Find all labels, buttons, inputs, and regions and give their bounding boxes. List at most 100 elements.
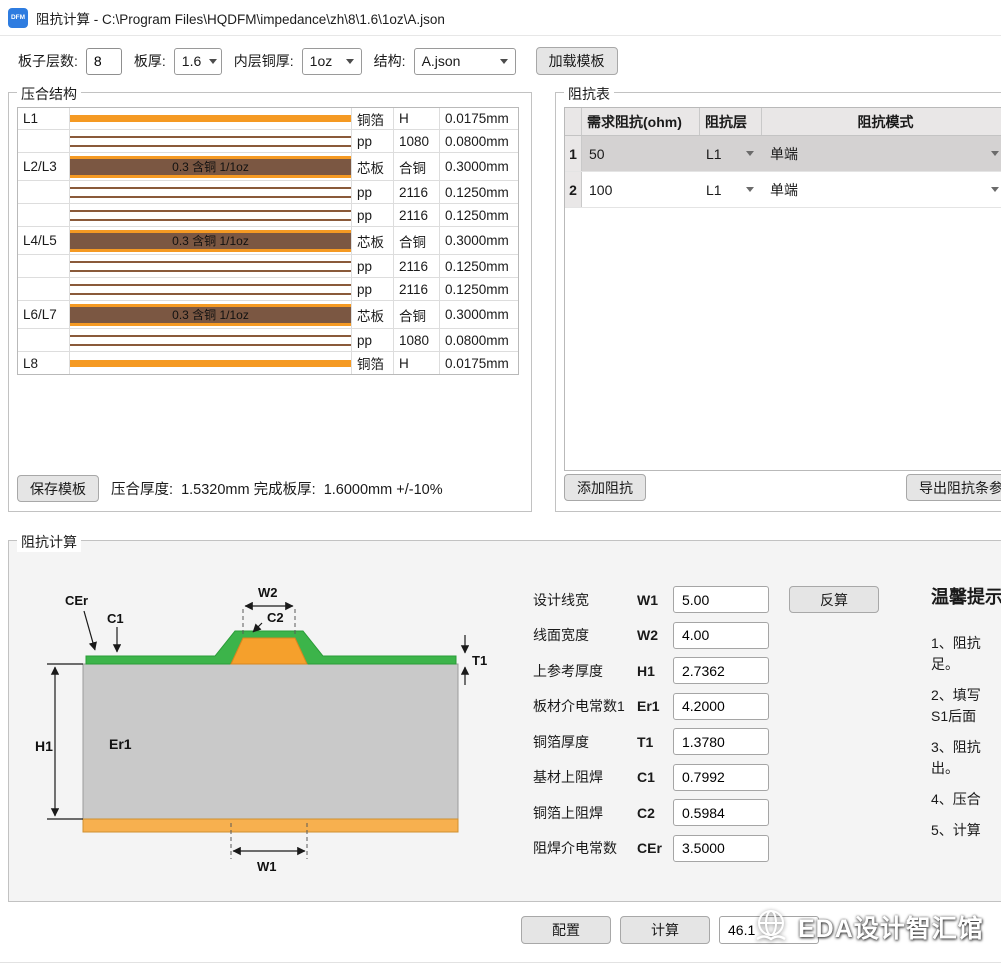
header-impedance: 需求阻抗(ohm) [582,108,700,135]
layer-type: pp [352,181,394,203]
add-impedance-button[interactable]: 添加阻抗 [564,474,646,501]
field-label: 上参考厚度 [533,662,603,679]
calc-panel-title: 阻抗计算 [17,532,81,552]
field-symbol: CEr [637,840,662,856]
inner-copper-label: 内层铜厚: [233,53,294,69]
stackup-row: pp 1080 0.0800mm [18,130,518,153]
layer-type: 铜箔 [352,352,394,374]
header-mode: 阻抗模式 [857,113,914,130]
layer-name: L1 [18,108,70,129]
field-label: 基材上阻焊 [533,769,603,785]
layer-thickness: 0.0800mm [445,133,509,149]
h1-label: H1 [35,738,53,754]
board-layers-label: 板子层数: [18,53,78,69]
chevron-down-icon [209,58,218,64]
er1-label: Er1 [109,736,132,752]
stackup-panel-title: 压合结构 [17,84,81,104]
trace-shape [230,637,308,665]
layer-thickness: 0.3000mm [445,307,509,322]
chevron-down-icon [746,187,754,192]
stackup-row: pp 2116 0.1250mm [18,181,518,204]
row-number: 2 [565,172,582,207]
app-icon: DFM [8,7,28,28]
bottom-divider [0,962,1001,963]
w1-input[interactable] [673,586,769,613]
load-template-button[interactable]: 加载模板 [535,47,618,75]
er1-input[interactable] [673,692,769,720]
layer-thickness: 0.1250mm [445,258,509,274]
impedance-row[interactable]: 1 50 L1 单端 [565,136,1001,172]
prepreg-bar [70,130,352,152]
inner-copper-select[interactable]: 1oz [301,47,362,75]
tips-title: 温馨提示 [931,587,1001,607]
core-bar: 0.3 含铜 1/1oz [70,227,352,254]
watermark-text: EDA设计智汇馆 [798,915,984,943]
field-label: 阻焊介电常数 [533,840,617,856]
chevron-down-icon [499,58,508,64]
layer-thickness: 0.3000mm [445,159,509,174]
reverse-calc-button[interactable]: 反算 [789,586,879,613]
board-layers-input[interactable] [85,47,122,75]
field-row: 基材上阻焊 C1 [533,763,879,791]
field-label: 铜箔厚度 [533,733,589,750]
impedance-panel-title: 阻抗表 [564,84,614,104]
h1-input[interactable] [673,657,769,684]
field-label: 铜箔上阻焊 [533,804,603,821]
result-input[interactable] [719,916,819,944]
c2-input[interactable] [673,799,769,826]
bottom-copper-shape [82,818,459,833]
chevron-down-icon [746,151,754,156]
stackup-row: pp 2116 0.1250mm [18,204,518,227]
config-button[interactable]: 配置 [521,916,611,944]
layer-material: 合铜 [394,153,440,180]
layer-combo[interactable]: L1 [700,172,762,207]
field-symbol: W1 [637,591,658,608]
stackup-row: L6/L7 0.3 含铜 1/1oz 芯板 合铜 0.3000mm [18,301,518,329]
calculate-button[interactable]: 计算 [620,916,710,944]
c1-label: C1 [107,611,124,626]
impedance-value-cell[interactable]: 100 [582,172,700,207]
c1-input[interactable] [673,763,769,791]
impedance-value-cell[interactable]: 50 [582,136,700,171]
layer-name [18,204,70,226]
layer-combo-value: L1 [706,145,722,162]
window-titlebar: DFM 阻抗计算 - C:\Program Files\HQDFM\impeda… [0,0,1001,36]
export-impedance-button[interactable]: 导出阻抗条参数 [906,474,1001,501]
layer-material: H [394,352,440,374]
tips-section: 温馨提示 1、阻抗 足。 2、填写 S1后面 3、阻抗 出。 4、压合 5、计算 [931,583,1001,851]
tip-item: 3、阻抗 出。 [931,737,1001,779]
layer-combo[interactable]: L1 [700,136,762,171]
toolbar: 板子层数: 板厚: 1.6 内层铜厚: 1oz 结构: A.json 加载模板 [10,46,618,76]
impedance-footer: 添加阻抗 导出阻抗条参数 [564,474,1001,502]
mode-combo[interactable]: 单端 [762,172,1001,207]
prepreg-bar [70,278,352,300]
copper-bar [70,352,352,374]
stackup-row: L2/L3 0.3 含铜 1/1oz 芯板 合铜 0.3000mm [18,153,518,181]
mode-combo[interactable]: 单端 [762,136,1001,171]
layer-material: 2116 [394,204,440,226]
layer-type: pp [352,329,394,351]
mode-combo-value: 单端 [770,181,798,198]
save-template-button[interactable]: 保存模板 [17,475,99,502]
tip-item: 5、计算 [931,820,1001,841]
cer-input[interactable] [673,834,769,862]
chevron-down-icon [345,58,354,64]
w2-input[interactable] [673,621,769,649]
board-thickness-select[interactable]: 1.6 [173,47,222,75]
impedance-panel: 阻抗表 需求阻抗(ohm) 阻抗层 阻抗模式 1 50 L1 单端 2 100 … [555,84,1001,512]
tip-line: 5、计算 [931,822,981,838]
structure-label: 结构: [373,53,406,69]
impedance-row[interactable]: 2 100 L1 单端 [565,172,1001,208]
structure-select[interactable]: A.json [413,47,516,75]
impedance-table-header: 需求阻抗(ohm) 阻抗层 阻抗模式 [565,108,1001,136]
field-symbol: C2 [637,804,655,821]
layer-material: 1080 [394,130,440,152]
calc-panel: 阻抗计算 W2 C2 CEr C1 T1 H1 Er1 W1 设计线宽 W1 5… [8,532,1001,902]
layer-material: 合铜 [394,301,440,328]
field-symbol: H1 [637,662,655,679]
bottom-bar: 配置 计算 [521,916,819,944]
layer-combo-value: L1 [706,181,722,198]
stackup-panel: 压合结构 L1 铜箔 H 0.0175mm pp 1080 0.0800mm L… [8,84,532,512]
layer-name: L2/L3 [18,153,70,180]
t1-input[interactable] [673,728,769,755]
